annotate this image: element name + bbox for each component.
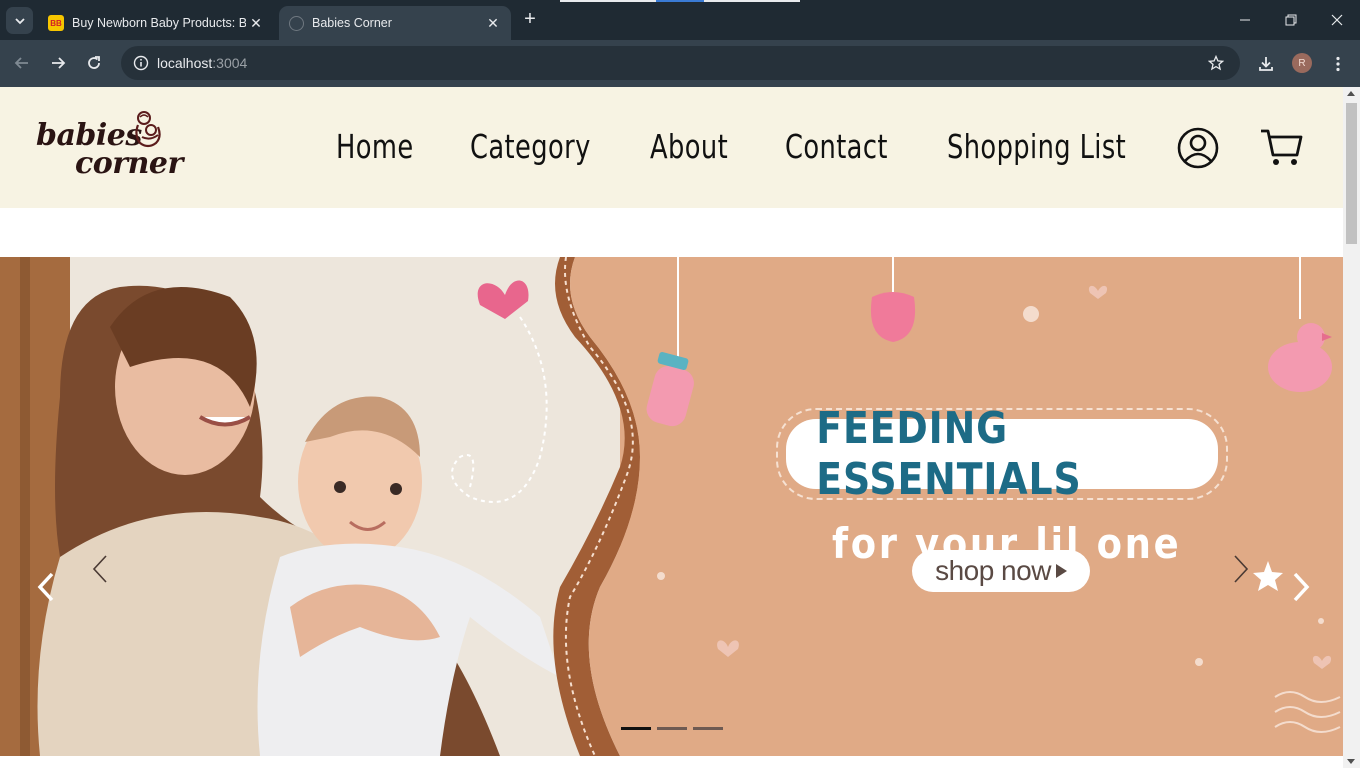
banner-illustration [0,257,1343,756]
info-icon [133,55,149,71]
tab-search-button[interactable] [6,7,33,34]
shop-now-label: shop now [935,555,1051,586]
arrow-right-icon [52,57,66,69]
scrollbar-thumb[interactable] [1346,103,1357,244]
nav-shopping-list[interactable]: Shopping List [947,127,1126,166]
tab-strip-indicator [704,0,800,2]
banner-inner-next-arrow [1219,539,1263,599]
chevron-left-icon [37,572,54,602]
restore-button[interactable] [1276,8,1306,32]
carousel-prev-button[interactable] [23,557,67,617]
chevron-left-icon [92,555,107,583]
url-host: localhost [157,55,213,71]
close-tab-icon[interactable]: ✕ [246,13,266,33]
back-button[interactable] [10,51,34,75]
tab-title: Buy Newborn Baby Products: Be [72,16,246,30]
browser-toolbar: localhost:3004 R [0,40,1360,87]
kebab-menu-icon [1336,56,1340,72]
banner-headline-text: FEEDING ESSENTIALS [816,403,1082,505]
url-port: :3004 [212,55,248,71]
carousel-indicators [621,727,723,730]
bookmark-button[interactable] [1206,53,1226,73]
tab-strip-indicator-active [656,0,704,2]
scroll-down-icon[interactable] [1347,759,1355,764]
site-info-button[interactable] [131,53,151,73]
restore-icon [1285,14,1297,26]
chevron-right-icon [1234,555,1249,583]
browser-tab-strip: BB Buy Newborn Baby Products: Be ✕ Babie… [0,0,1360,40]
user-icon [1177,127,1219,169]
banner-inner-prev-arrow [78,539,122,599]
nav-home[interactable]: Home [336,127,414,166]
site-header: babies corner Home Category About Contac… [0,87,1343,208]
site-logo[interactable]: babies corner [34,109,183,185]
address-bar[interactable]: localhost:3004 [121,46,1240,80]
carousel-indicator-3[interactable] [693,727,723,730]
cart-icon [1261,129,1303,165]
profile-avatar[interactable]: R [1292,53,1312,73]
nav-contact[interactable]: Contact [785,127,888,166]
logo-word-corner: corner [75,146,183,181]
banner-headline: FEEDING ESSENTIALS [786,403,1218,505]
scroll-up-icon[interactable] [1347,91,1355,96]
carousel-indicator-2[interactable] [657,727,687,730]
tab-title: Babies Corner [312,16,392,30]
page-viewport: babies corner Home Category About Contac… [0,87,1343,768]
nav-category[interactable]: Category [470,127,591,166]
globe-icon [289,15,304,31]
nav-about[interactable]: About [650,127,728,166]
play-triangle-icon [1055,564,1067,578]
browser-tab-active[interactable]: Babies Corner ✕ [279,6,511,40]
close-window-button[interactable] [1322,8,1352,32]
url-text[interactable]: localhost:3004 [157,55,247,71]
star-icon [1208,55,1224,71]
chevron-right-icon [1293,572,1310,602]
account-button[interactable] [1177,127,1219,174]
chevron-down-icon [14,17,25,24]
hero-carousel: FEEDING ESSENTIALS for your lil one shop… [0,257,1343,756]
reload-icon [88,56,100,69]
browser-menu-button[interactable] [1326,52,1350,76]
minimize-button[interactable] [1230,8,1260,32]
close-tab-icon[interactable]: ✕ [483,13,503,33]
new-tab-button[interactable]: + [519,9,541,31]
forward-button[interactable] [46,51,70,75]
carousel-indicator-1[interactable] [621,727,651,730]
minimize-icon [1240,19,1250,21]
close-icon [1331,14,1343,26]
browser-tab-inactive[interactable]: BB Buy Newborn Baby Products: Be ✕ [38,6,274,40]
bb-favicon-icon: BB [48,15,64,31]
arrow-left-icon [14,57,28,69]
mother-baby-logo-icon [135,111,161,148]
shop-now-button[interactable]: shop now [912,550,1090,592]
download-icon [1259,57,1273,71]
carousel-next-button[interactable] [1280,557,1324,617]
cart-button[interactable] [1259,127,1303,172]
reload-button[interactable] [82,51,106,75]
tab-strip-indicator [560,0,656,2]
page-scrollbar[interactable] [1343,87,1360,768]
downloads-button[interactable] [1254,52,1278,76]
